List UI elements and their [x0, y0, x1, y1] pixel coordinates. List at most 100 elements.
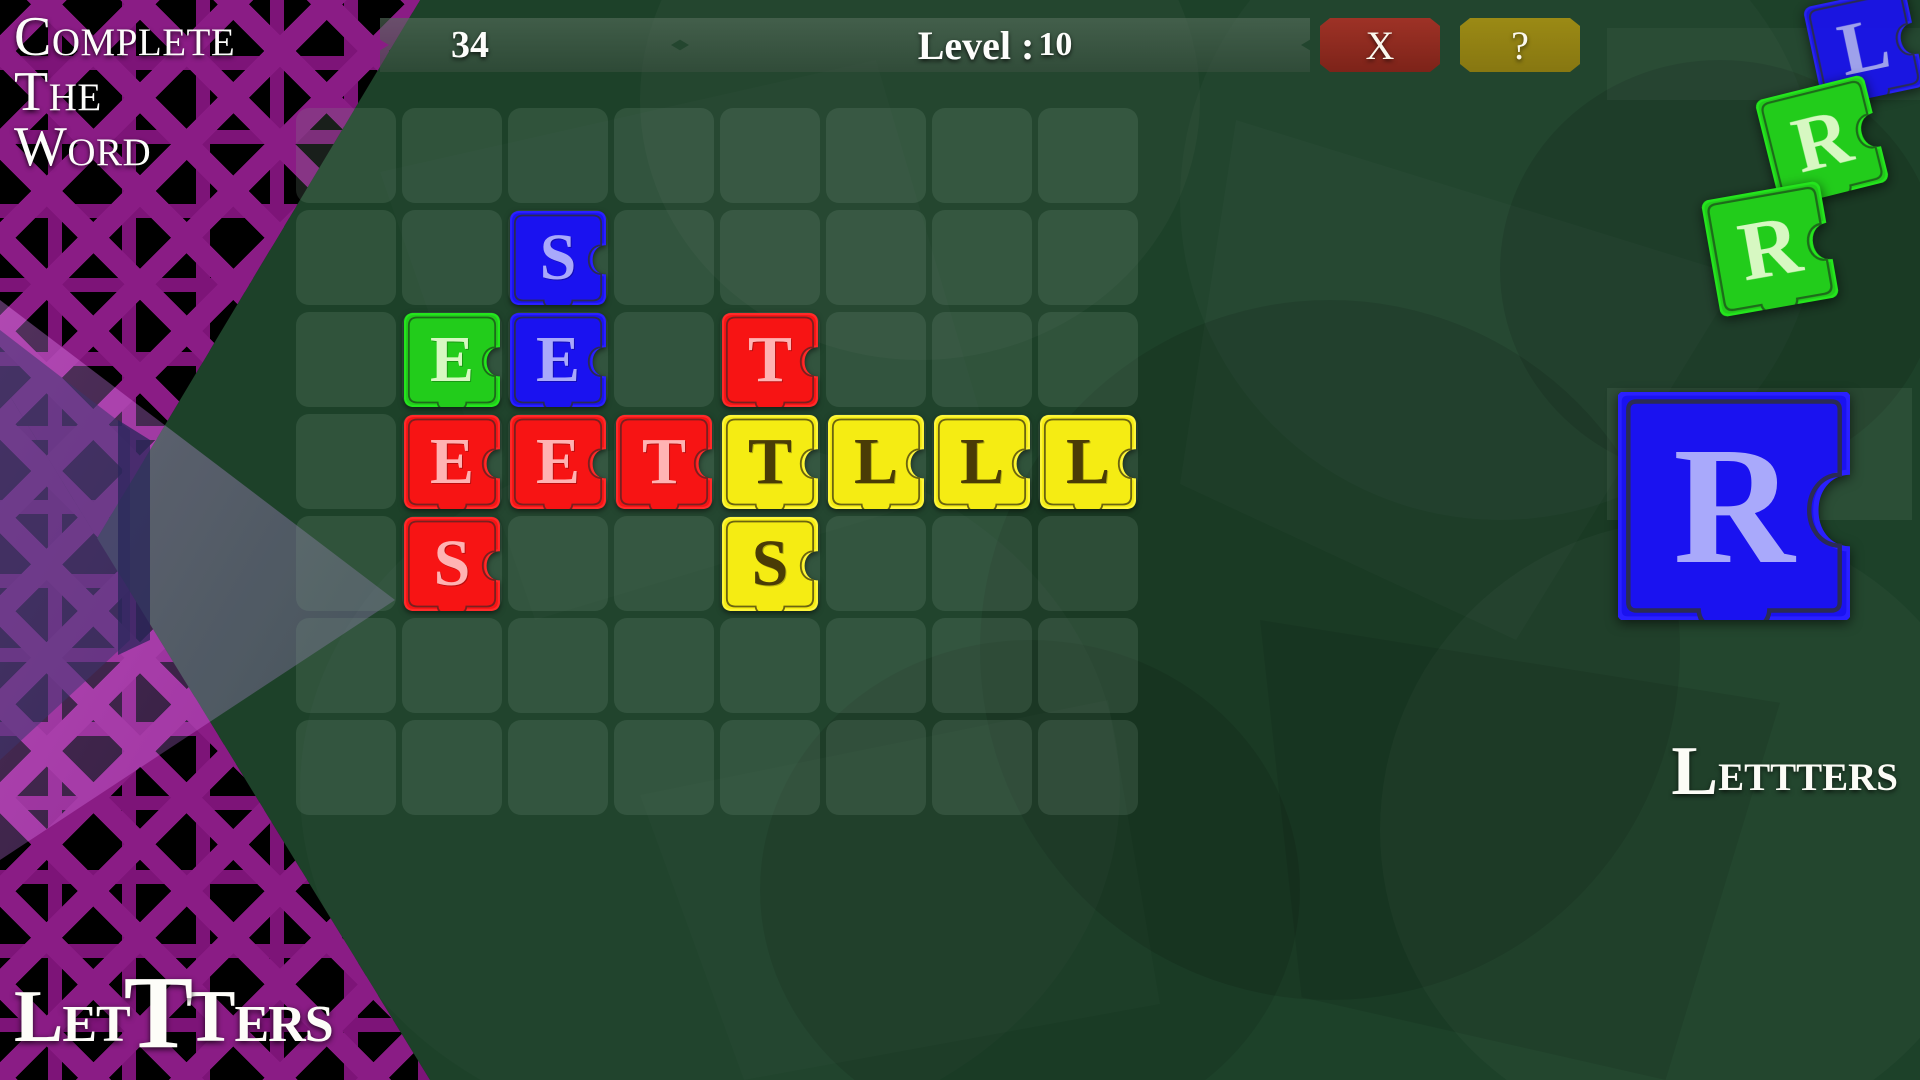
board-cell[interactable]: [508, 618, 613, 718]
board-cell[interactable]: E: [508, 414, 613, 514]
board-cell[interactable]: [932, 312, 1037, 412]
board-cell[interactable]: [614, 108, 719, 208]
letter-tile-t-yellow[interactable]: T: [722, 415, 818, 509]
board-cell[interactable]: [402, 108, 507, 208]
logo-prefix: Let: [14, 976, 131, 1058]
board-cell[interactable]: E: [508, 312, 613, 412]
board-cell[interactable]: S: [720, 516, 825, 616]
board-cell[interactable]: [720, 210, 825, 310]
board-cell[interactable]: [614, 618, 719, 718]
board-cell[interactable]: [614, 720, 719, 820]
letter-tile-t-red[interactable]: T: [722, 313, 818, 407]
letter-tile-l-yellow[interactable]: L: [1040, 415, 1136, 509]
board-cell[interactable]: [402, 720, 507, 820]
help-button[interactable]: ?: [1460, 18, 1580, 72]
game-screen: Complete The Word Let T Ters 34 Level : …: [0, 0, 1920, 1080]
close-button[interactable]: X: [1320, 18, 1440, 72]
board-slot: [720, 210, 820, 305]
board-cell[interactable]: [508, 108, 613, 208]
letter-tile-s-blue[interactable]: S: [510, 211, 606, 305]
board-cell[interactable]: [932, 720, 1037, 820]
board-cell[interactable]: S: [402, 516, 507, 616]
letter-tile-l-yellow[interactable]: L: [934, 415, 1030, 509]
board-cell[interactable]: [614, 516, 719, 616]
held-r-blue[interactable]: R: [1618, 392, 1850, 620]
tile-letter: E: [535, 323, 581, 396]
letter-tile-e-red[interactable]: E: [510, 415, 606, 509]
tile-letter: L: [1065, 425, 1111, 498]
board-cell[interactable]: [932, 618, 1037, 718]
board-cell[interactable]: [508, 720, 613, 820]
board-cell[interactable]: [1038, 210, 1143, 310]
target-word-rest: ettters: [1718, 741, 1898, 803]
board-cell[interactable]: [296, 720, 401, 820]
top-bar: 34 Level : 10 X ?: [380, 18, 1730, 72]
board-cell[interactable]: [826, 108, 931, 208]
board-cell[interactable]: [720, 720, 825, 820]
tile-letter: S: [539, 221, 577, 294]
board-cell[interactable]: [296, 618, 401, 718]
board-cell[interactable]: [296, 312, 401, 412]
board-cell[interactable]: [1038, 516, 1143, 616]
letter-tile-l-yellow[interactable]: L: [828, 415, 924, 509]
board-slot: [402, 108, 502, 203]
board-cell[interactable]: [826, 312, 931, 412]
board-cell[interactable]: E: [402, 312, 507, 412]
board-slot: [1038, 720, 1138, 815]
board-slot: [932, 210, 1032, 305]
letter-tile-e-green[interactable]: E: [404, 313, 500, 407]
board-cell[interactable]: [932, 516, 1037, 616]
board-cell[interactable]: [826, 516, 931, 616]
board-cell[interactable]: [402, 210, 507, 310]
board-cell[interactable]: S: [508, 210, 613, 310]
board-slot: [508, 720, 608, 815]
board-cell[interactable]: [614, 312, 719, 412]
board-cell[interactable]: T: [614, 414, 719, 514]
board-cell[interactable]: [826, 618, 931, 718]
board-cell[interactable]: [932, 210, 1037, 310]
close-icon: X: [1365, 22, 1395, 68]
board-slot: [296, 210, 396, 305]
board-cell[interactable]: L: [1038, 414, 1143, 514]
board-cell[interactable]: L: [932, 414, 1037, 514]
letter-tile-s-red[interactable]: S: [404, 517, 500, 611]
board-cell[interactable]: [1038, 108, 1143, 208]
board-slot: [1038, 516, 1138, 611]
letter-tile-e-blue[interactable]: E: [510, 313, 606, 407]
board-slot: [826, 516, 926, 611]
tile-letter: T: [641, 425, 687, 498]
board-cell[interactable]: [614, 210, 719, 310]
board-cell[interactable]: [720, 108, 825, 208]
board-cell[interactable]: [826, 720, 931, 820]
board-cell[interactable]: [402, 618, 507, 718]
letter-tile-t-red[interactable]: T: [616, 415, 712, 509]
board-slot: [720, 618, 820, 713]
board-slot: [296, 312, 396, 407]
score-panel: 34: [380, 18, 680, 72]
title-line-2: The: [14, 60, 102, 123]
board-cell[interactable]: [1038, 312, 1143, 412]
board-cell[interactable]: [932, 108, 1037, 208]
board-cell[interactable]: [296, 516, 401, 616]
letter-tile-s-yellow[interactable]: S: [722, 517, 818, 611]
board-cell[interactable]: E: [402, 414, 507, 514]
loose-r-green-bottom[interactable]: R: [1701, 180, 1840, 318]
board-slot: [614, 108, 714, 203]
board-cell[interactable]: L: [826, 414, 931, 514]
board-cell[interactable]: [826, 210, 931, 310]
board-slot: [932, 516, 1032, 611]
board-cell[interactable]: [720, 618, 825, 718]
board-cell[interactable]: [296, 210, 401, 310]
title-line-1: Complete: [14, 6, 236, 68]
board-cell[interactable]: T: [720, 312, 825, 412]
board-cell[interactable]: T: [720, 414, 825, 514]
question-mark-icon: ?: [1511, 22, 1529, 68]
level-label: Level :: [917, 22, 1035, 68]
board-cell[interactable]: [296, 414, 401, 514]
letter-tile-e-red[interactable]: E: [404, 415, 500, 509]
board-slot: [508, 618, 608, 713]
board-cell[interactable]: [1038, 720, 1143, 820]
board-cell[interactable]: [508, 516, 613, 616]
game-board[interactable]: S E E T E E T T L L L S S: [296, 108, 1143, 820]
board-cell[interactable]: [1038, 618, 1143, 718]
